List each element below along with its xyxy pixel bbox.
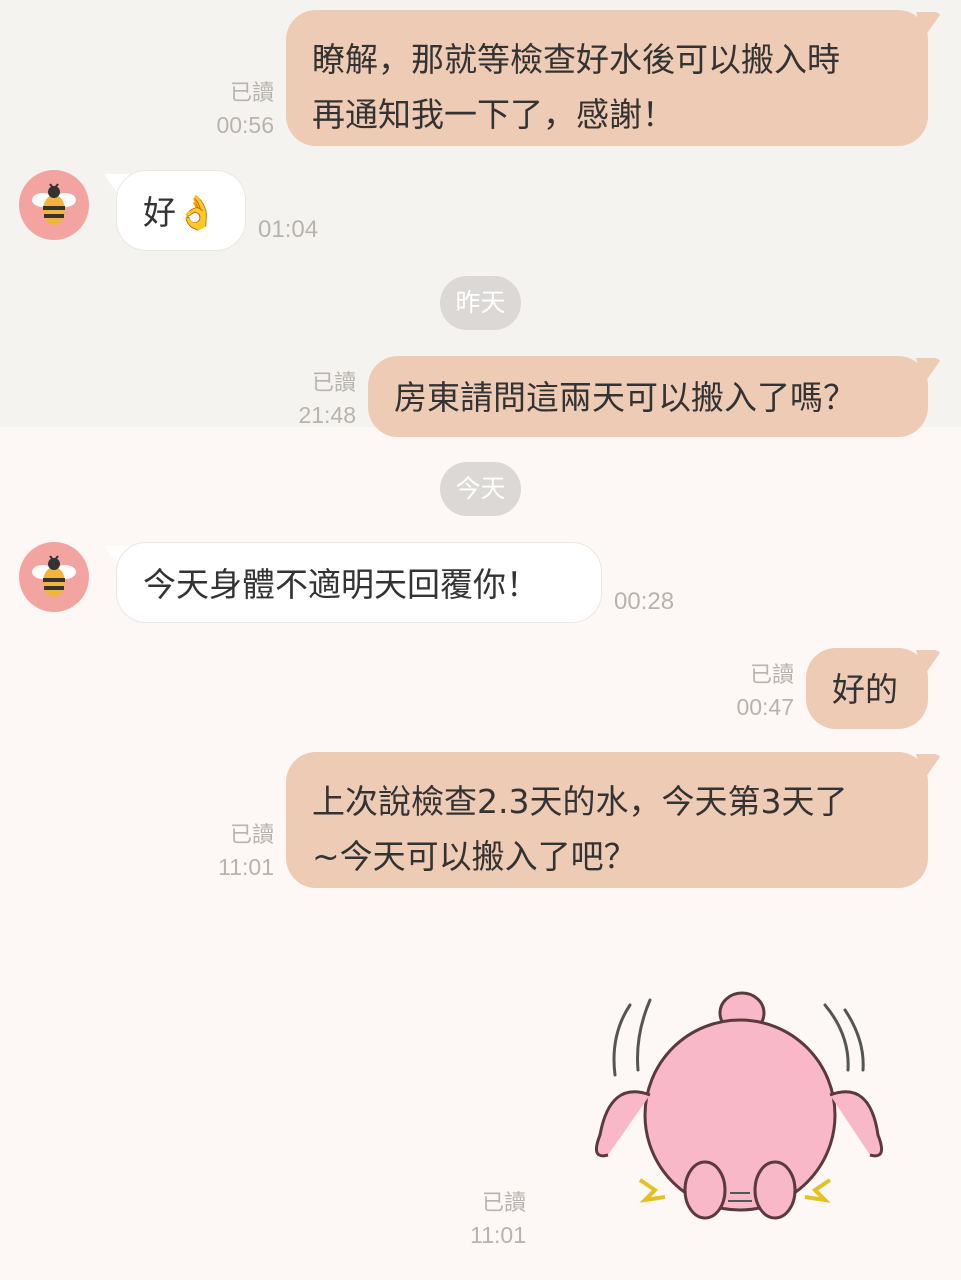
outgoing-message-bubble[interactable]: 好的 (806, 648, 928, 729)
outgoing-message-bubble[interactable]: 房東請問這兩天可以搬入了嗎？ (368, 356, 928, 437)
outgoing-message-bubble[interactable]: 上次說檢查2.3天的水，今天第3天了 ~今天可以搬入了吧？ (286, 752, 928, 888)
message-time: 01:04 (258, 216, 319, 243)
contact-avatar[interactable] (19, 170, 89, 240)
message-time: 00:56 (216, 112, 274, 138)
message-text: 今天身體不適明天回覆你！ (143, 565, 539, 604)
pink-character-sticker[interactable] (580, 985, 890, 1225)
message-text-line: 上次說檢查2.3天的水，今天第3天了 (312, 782, 848, 821)
date-divider-today: 今天 (440, 462, 521, 516)
bee-icon (32, 555, 76, 597)
outgoing-message-bubble[interactable]: 瞭解，那就等檢查好水後可以搬入時 再通知我一下了，感謝！ (286, 10, 928, 146)
message-meta: 已讀 11:01 (442, 1186, 526, 1252)
read-receipt: 已讀 (481, 1190, 526, 1215)
read-receipt: 已讀 (311, 370, 356, 395)
message-time: 21:48 (298, 402, 356, 428)
read-receipt: 已讀 (749, 662, 794, 687)
message-text: 好的 (832, 670, 898, 709)
bee-icon (32, 183, 76, 225)
message-meta: 已讀 21:48 (270, 366, 356, 432)
ok-hand-icon: 👌 (176, 193, 218, 232)
message-time: 11:01 (470, 1222, 526, 1248)
read-receipt: 已讀 (229, 80, 274, 105)
date-divider-yesterday: 昨天 (440, 276, 521, 330)
message-text-line: 瞭解，那就等檢查好水後可以搬入時 (312, 40, 840, 79)
incoming-message-bubble[interactable]: 今天身體不適明天回覆你！ (116, 542, 602, 623)
message-text: 房東請問這兩天可以搬入了嗎？ (394, 378, 856, 417)
message-text-line: ~今天可以搬入了吧？ (312, 837, 637, 876)
message-text: 好 (143, 193, 176, 232)
contact-avatar[interactable] (19, 542, 89, 612)
message-text-line: 再通知我一下了，感謝！ (312, 95, 675, 134)
message-meta: 已讀 00:47 (710, 658, 794, 724)
message-meta: 已讀 11:01 (190, 818, 274, 884)
message-time: 11:01 (218, 854, 274, 880)
incoming-message-bubble[interactable]: 好👌 (116, 170, 246, 251)
message-time: 00:47 (736, 694, 794, 720)
read-receipt: 已讀 (229, 822, 274, 847)
message-meta: 已讀 00:56 (190, 76, 274, 142)
message-time: 00:28 (614, 588, 675, 615)
